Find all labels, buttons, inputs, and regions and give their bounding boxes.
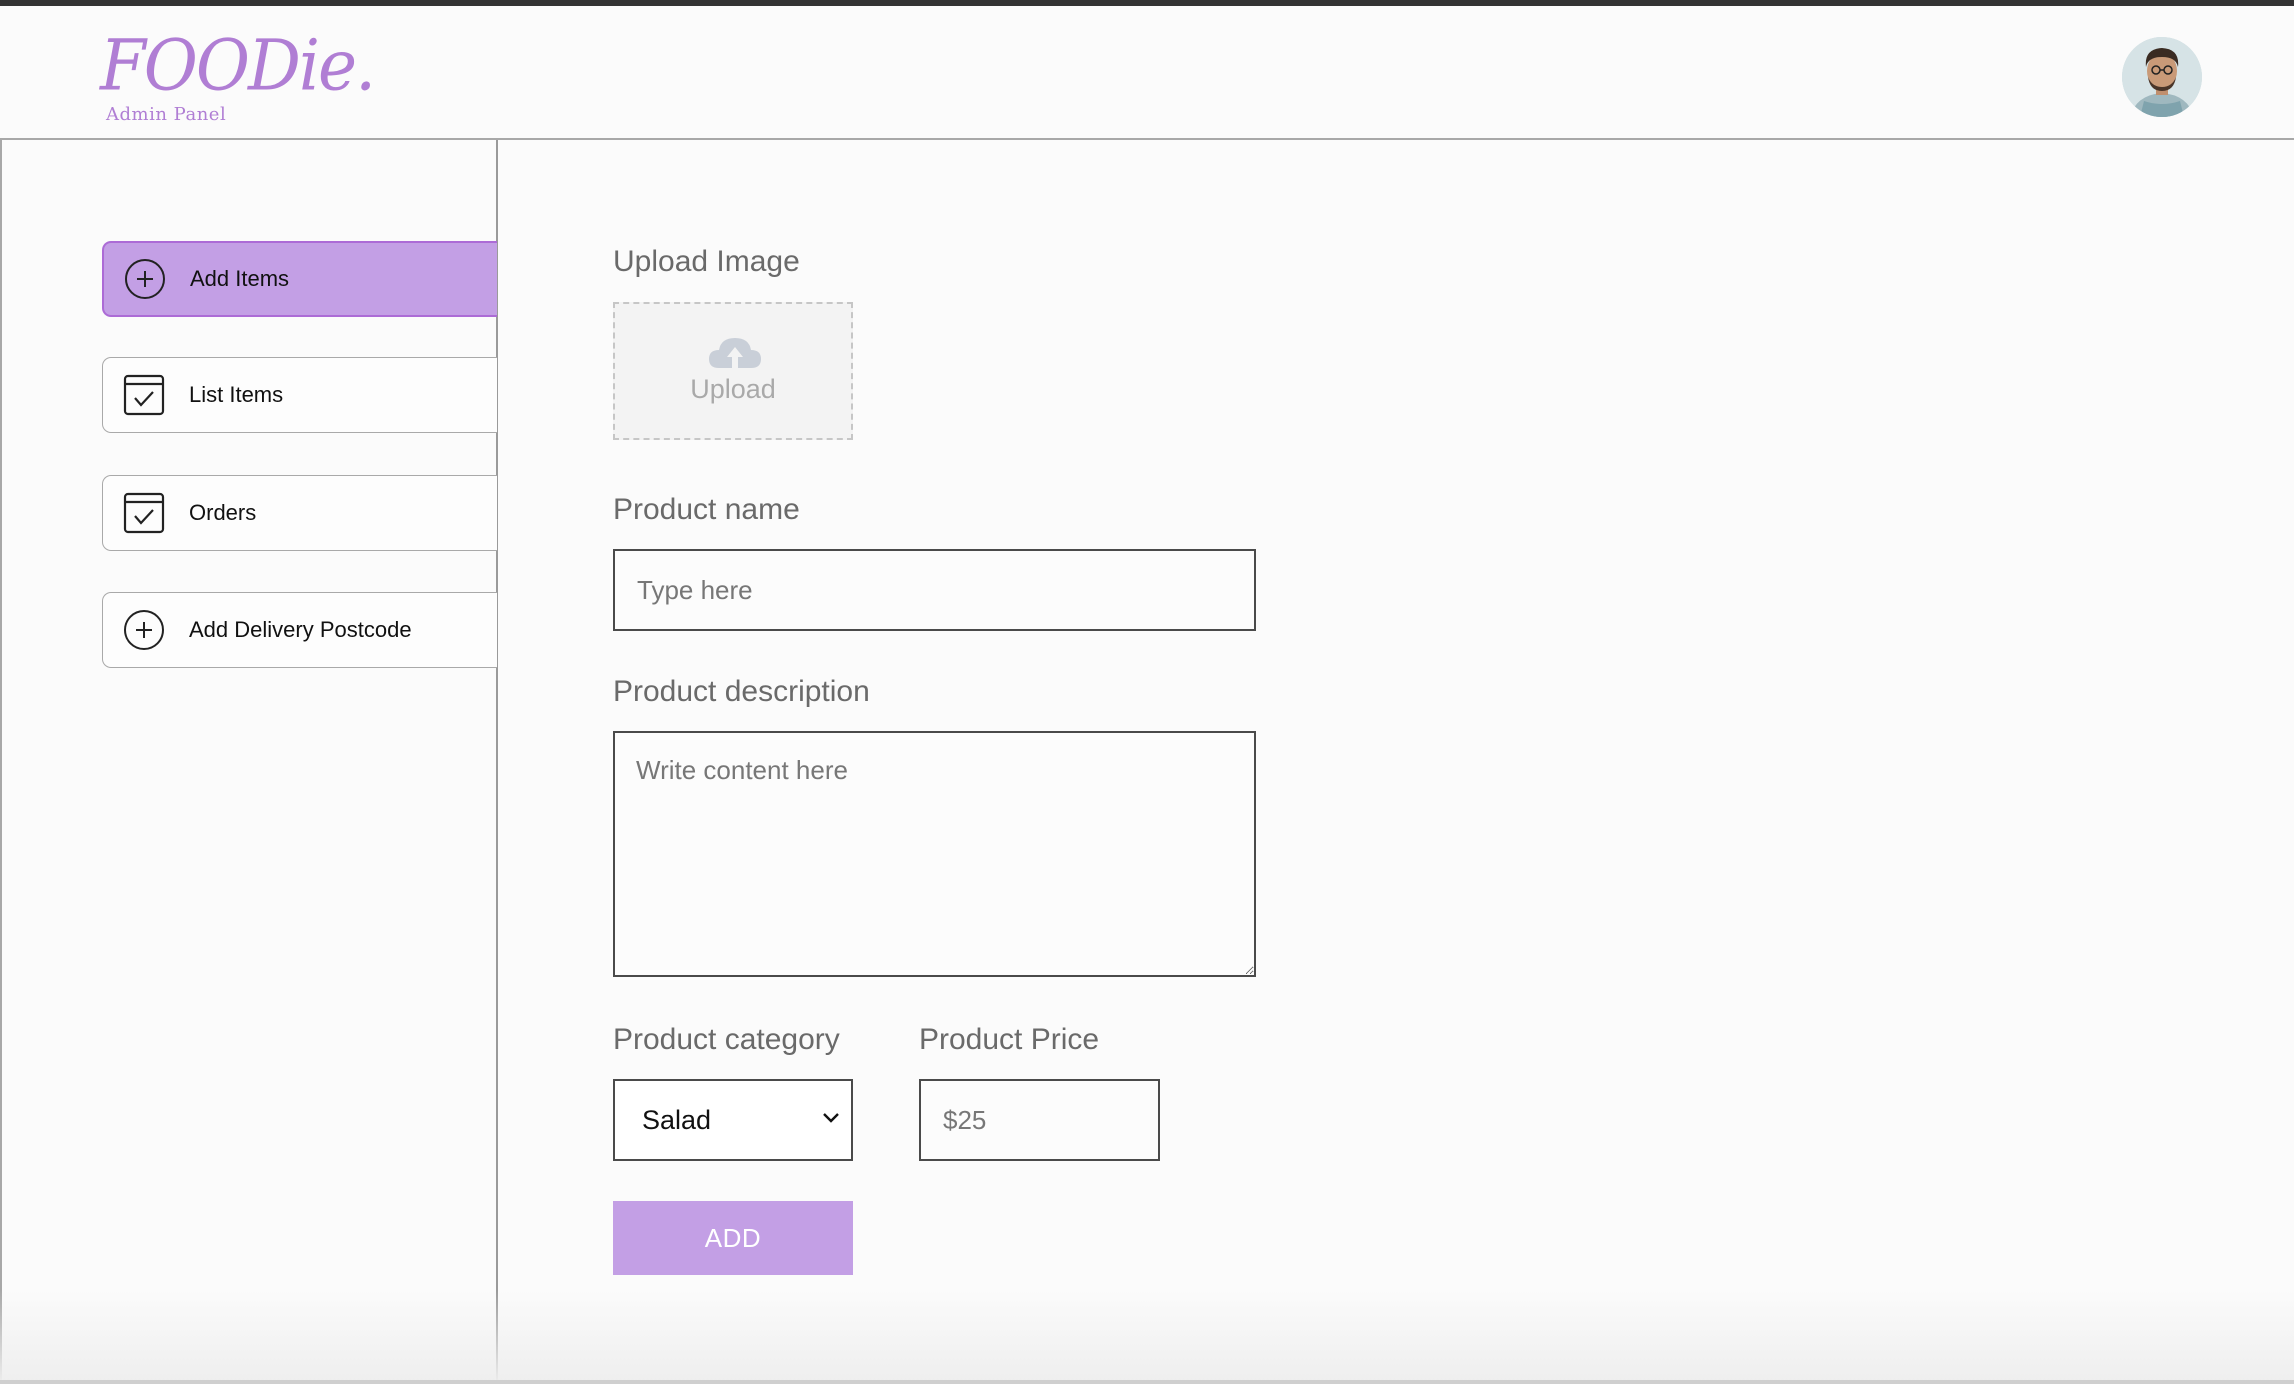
product-price-input[interactable] xyxy=(919,1079,1160,1161)
product-price-label: Product Price xyxy=(919,1023,1100,1056)
window-bottom-edge xyxy=(0,1380,2294,1384)
sidebar-item-list-items[interactable]: List Items xyxy=(102,357,497,433)
product-category-label: Product category xyxy=(613,1023,840,1056)
logo-subtitle: Admin Panel xyxy=(106,104,227,125)
user-avatar-icon xyxy=(2122,37,2202,117)
sidebar-item-add-delivery-postcode[interactable]: Add Delivery Postcode xyxy=(102,592,497,668)
sidebar-item-add-items[interactable]: Add Items xyxy=(102,241,497,317)
add-button[interactable]: ADD xyxy=(613,1201,853,1275)
product-category-select[interactable]: Salad xyxy=(613,1079,853,1161)
cloud-upload-icon xyxy=(707,334,763,375)
sidebar-item-label: Add Delivery Postcode xyxy=(189,617,412,642)
logo-text: FOODie. xyxy=(100,24,376,107)
logo[interactable]: FOODie. Admin Panel xyxy=(100,27,376,132)
product-description-input[interactable] xyxy=(613,731,1256,977)
product-name-input[interactable] xyxy=(613,549,1256,631)
sidebar-item-orders[interactable]: Orders xyxy=(102,475,497,551)
sidebar-item-label: List Items xyxy=(189,382,284,407)
header: FOODie. Admin Panel xyxy=(0,6,2294,140)
chevron-down-icon xyxy=(821,1111,841,1130)
sidebar-item-label: Add Items xyxy=(190,266,290,291)
product-description-label: Product description xyxy=(613,675,870,708)
upload-image-label: Upload Image xyxy=(613,245,800,278)
calendar-check-icon xyxy=(122,373,166,417)
upload-image-dropzone[interactable]: Upload xyxy=(613,302,853,440)
product-name-label: Product name xyxy=(613,493,800,526)
calendar-check-icon xyxy=(122,491,166,535)
category-selected-value: Salad xyxy=(642,1104,712,1135)
plus-circle-icon xyxy=(122,608,166,652)
sidebar: Add Items List Items Orders Add Delivery… xyxy=(0,140,498,1384)
avatar[interactable] xyxy=(2122,37,2202,117)
plus-circle-icon xyxy=(123,257,167,301)
sidebar-item-label: Orders xyxy=(189,500,257,525)
upload-text: Upload xyxy=(690,374,776,404)
